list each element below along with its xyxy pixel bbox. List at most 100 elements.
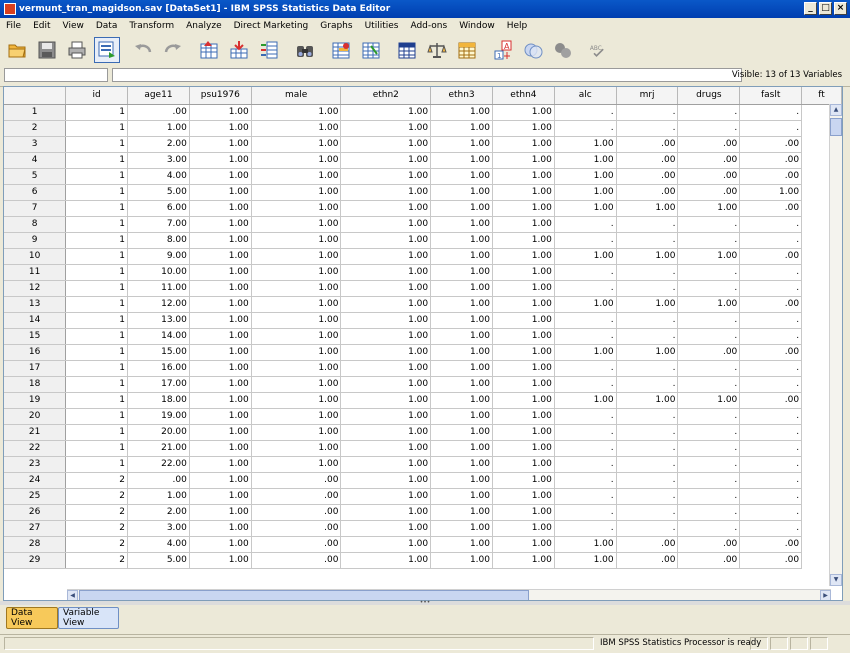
row-header[interactable]: 18 — [4, 376, 67, 393]
data-cell[interactable]: . — [554, 280, 617, 297]
data-cell[interactable]: 1.00 — [492, 312, 555, 329]
column-header[interactable]: drugs — [677, 87, 741, 105]
data-cell[interactable]: . — [677, 104, 741, 121]
data-cell[interactable]: 1.00 — [616, 296, 679, 313]
data-cell[interactable]: 1 — [65, 120, 129, 137]
column-header[interactable]: psu1976 — [189, 87, 252, 105]
data-cell[interactable]: 13.00 — [127, 312, 190, 329]
data-cell[interactable]: . — [677, 328, 741, 345]
data-cell[interactable]: 1.00 — [492, 456, 555, 473]
data-cell[interactable]: 1 — [65, 360, 129, 377]
data-cell[interactable]: 1.00 — [340, 248, 432, 265]
data-cell[interactable]: 1 — [65, 136, 129, 153]
data-cell[interactable]: . — [554, 328, 617, 345]
data-cell[interactable]: 1.00 — [340, 456, 432, 473]
data-cell[interactable]: 1.00 — [251, 264, 342, 281]
data-cell[interactable]: 1.00 — [492, 504, 555, 521]
data-cell[interactable]: 1.00 — [430, 456, 493, 473]
data-cell[interactable]: . — [554, 520, 617, 537]
horizontal-scrollbar[interactable]: ◀ ▶ — [67, 589, 831, 600]
row-header[interactable]: 6 — [4, 184, 67, 201]
open-folder-icon[interactable] — [4, 37, 30, 63]
data-cell[interactable]: 1.00 — [430, 200, 493, 217]
row-header[interactable]: 21 — [4, 424, 67, 441]
data-cell[interactable]: . — [677, 216, 741, 233]
data-cell[interactable]: . — [677, 456, 741, 473]
data-cell[interactable]: 9.00 — [127, 248, 190, 265]
data-cell[interactable]: . — [739, 376, 803, 393]
find-icon[interactable] — [292, 37, 318, 63]
data-cell[interactable]: 1.00 — [340, 232, 432, 249]
scroll-up-arrow-icon[interactable]: ▲ — [830, 104, 842, 116]
row-header[interactable]: 27 — [4, 520, 67, 537]
data-cell[interactable]: 1.00 — [251, 136, 342, 153]
data-cell[interactable]: . — [554, 408, 617, 425]
row-header[interactable]: 14 — [4, 312, 67, 329]
data-cell[interactable]: . — [616, 424, 679, 441]
data-cell[interactable]: 1.00 — [251, 424, 342, 441]
data-cell[interactable]: 1.00 — [492, 360, 555, 377]
data-cell[interactable]: 1.00 — [492, 424, 555, 441]
data-cell[interactable]: 1.00 — [251, 120, 342, 137]
data-cell[interactable]: 1.00 — [340, 344, 432, 361]
scroll-right-arrow-icon[interactable]: ▶ — [820, 590, 831, 600]
data-cell[interactable]: 1.00 — [340, 520, 432, 537]
menu-view[interactable]: View — [57, 21, 90, 31]
data-cell[interactable]: 1 — [65, 264, 129, 281]
data-cell[interactable]: 2 — [65, 552, 129, 569]
data-cell[interactable]: 19.00 — [127, 408, 190, 425]
row-header[interactable]: 9 — [4, 232, 67, 249]
data-cell[interactable]: 1 — [65, 168, 129, 185]
row-header[interactable]: 23 — [4, 456, 67, 473]
data-cell[interactable]: 1.00 — [492, 408, 555, 425]
data-cell[interactable]: . — [677, 376, 741, 393]
data-cell[interactable]: 1.00 — [492, 328, 555, 345]
data-cell[interactable]: 1.00 — [251, 440, 342, 457]
variables-icon[interactable] — [256, 37, 282, 63]
data-cell[interactable]: 1.00 — [340, 104, 432, 121]
data-cell[interactable]: 2 — [65, 536, 129, 553]
data-cell[interactable]: 1 — [65, 280, 129, 297]
data-cell[interactable]: 1.00 — [492, 472, 555, 489]
data-cell[interactable]: 1.00 — [430, 392, 493, 409]
data-cell[interactable]: 1.00 — [492, 520, 555, 537]
data-cell[interactable]: 1.00 — [251, 152, 342, 169]
data-cell[interactable]: . — [677, 472, 741, 489]
data-cell[interactable]: 1 — [65, 408, 129, 425]
data-cell[interactable]: .00 — [616, 168, 679, 185]
data-cell[interactable]: 1.00 — [189, 392, 252, 409]
data-cell[interactable]: 1.00 — [340, 408, 432, 425]
data-cell[interactable]: . — [677, 264, 741, 281]
data-cell[interactable]: 1.00 — [189, 488, 252, 505]
data-cell[interactable]: .00 — [677, 536, 741, 553]
redo-icon[interactable] — [160, 37, 186, 63]
data-cell[interactable]: 5.00 — [127, 552, 190, 569]
data-cell[interactable]: 1.00 — [492, 200, 555, 217]
data-cell[interactable]: 1.00 — [554, 344, 617, 361]
data-cell[interactable]: 1 — [65, 232, 129, 249]
data-cell[interactable]: 1.00 — [554, 296, 617, 313]
spell-check-icon[interactable]: ABC — [586, 37, 612, 63]
data-cell[interactable]: 1.00 — [492, 104, 555, 121]
data-cell[interactable]: 1.00 — [430, 136, 493, 153]
data-cell[interactable]: .00 — [739, 200, 803, 217]
data-cell[interactable]: 1.00 — [554, 552, 617, 569]
data-cell[interactable]: . — [616, 360, 679, 377]
data-cell[interactable]: 1.00 — [554, 200, 617, 217]
data-cell[interactable]: . — [739, 264, 803, 281]
data-cell[interactable]: 6.00 — [127, 200, 190, 217]
data-cell[interactable]: . — [554, 232, 617, 249]
data-cell[interactable]: . — [554, 312, 617, 329]
data-cell[interactable]: . — [739, 312, 803, 329]
data-cell[interactable]: . — [677, 232, 741, 249]
data-cell[interactable]: . — [677, 440, 741, 457]
data-cell[interactable]: 1.00 — [189, 312, 252, 329]
data-cell[interactable]: . — [616, 280, 679, 297]
data-cell[interactable]: . — [554, 424, 617, 441]
data-cell[interactable]: . — [554, 376, 617, 393]
data-cell[interactable]: 1.00 — [189, 536, 252, 553]
data-cell[interactable]: . — [554, 440, 617, 457]
data-cell[interactable]: 2.00 — [127, 504, 190, 521]
data-cell[interactable]: 1.00 — [251, 344, 342, 361]
data-cell[interactable]: . — [677, 424, 741, 441]
